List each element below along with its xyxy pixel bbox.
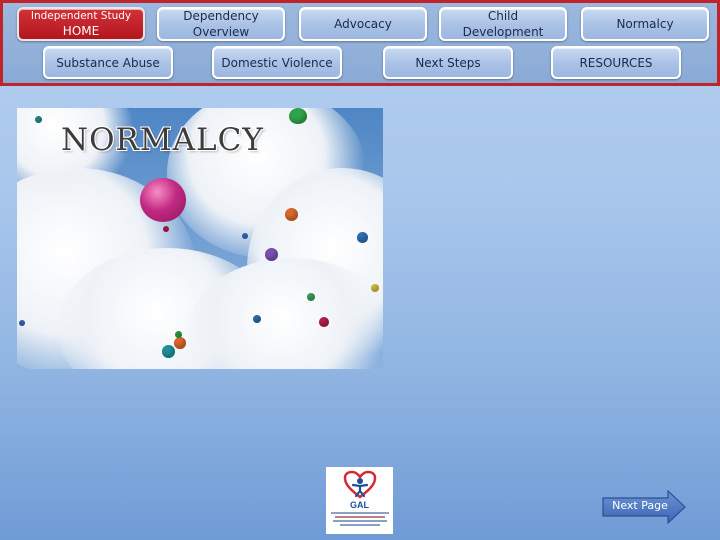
resources-button[interactable]: RESOURCES bbox=[551, 46, 681, 79]
balloon-orange bbox=[285, 208, 298, 221]
next-page-label: Next Page bbox=[612, 499, 668, 512]
balloon-magenta bbox=[140, 178, 186, 222]
normalcy-button[interactable]: Normalcy bbox=[581, 7, 709, 41]
dependency-overview-line1: Dependency bbox=[183, 9, 259, 23]
next-page-button[interactable]: Next Page bbox=[602, 490, 686, 524]
balloon-red bbox=[319, 317, 329, 327]
child-development-line1: Child bbox=[487, 9, 519, 23]
home-button-title: Independent Study bbox=[30, 9, 132, 22]
advocacy-button[interactable]: Advocacy bbox=[299, 7, 427, 41]
logo-fine-print bbox=[339, 524, 380, 526]
balloon-orange bbox=[174, 337, 186, 349]
next-steps-label: Next Steps bbox=[415, 55, 481, 70]
balloon-red bbox=[163, 226, 169, 232]
resources-label: RESOURCES bbox=[579, 55, 653, 70]
dependency-overview-button[interactable]: Dependency Overview bbox=[157, 7, 285, 41]
balloon-blue bbox=[242, 233, 248, 239]
gal-heart-logo-icon bbox=[343, 470, 376, 499]
top-navigation-bar: Independent Study HOME Dependency Overvi… bbox=[0, 0, 720, 86]
child-development-button[interactable]: Child Development bbox=[439, 7, 567, 41]
balloon-teal bbox=[162, 345, 175, 358]
advocacy-label: Advocacy bbox=[334, 17, 392, 31]
logo-text: GAL bbox=[350, 500, 369, 510]
normalcy-label: Normalcy bbox=[616, 17, 674, 31]
balloon-blue bbox=[253, 315, 261, 323]
balloon-blue bbox=[19, 320, 25, 326]
substance-abuse-label: Substance Abuse bbox=[56, 55, 160, 70]
next-steps-button[interactable]: Next Steps bbox=[383, 46, 513, 79]
home-button-label: HOME bbox=[62, 23, 100, 38]
balloon-purple bbox=[265, 248, 278, 261]
balloon-green bbox=[289, 108, 307, 124]
dependency-overview-line2: Overview bbox=[192, 25, 250, 39]
home-button[interactable]: Independent Study HOME bbox=[17, 7, 145, 41]
logo-fine-print bbox=[334, 516, 385, 518]
normalcy-balloons-image: NORMALCY bbox=[17, 108, 383, 369]
balloon-blue bbox=[357, 232, 368, 243]
child-development-line2: Development bbox=[462, 25, 544, 39]
substance-abuse-button[interactable]: Substance Abuse bbox=[43, 46, 173, 79]
gal-logo: GAL bbox=[326, 467, 393, 534]
balloon-teal bbox=[35, 116, 42, 123]
balloon-green bbox=[175, 331, 182, 338]
logo-fine-print bbox=[332, 520, 387, 522]
balloon-green bbox=[307, 293, 315, 301]
balloon-yellow bbox=[371, 284, 379, 292]
domestic-violence-label: Domestic Violence bbox=[221, 55, 333, 70]
hero-title: NORMALCY bbox=[61, 122, 264, 158]
logo-fine-print bbox=[330, 512, 389, 514]
domestic-violence-button[interactable]: Domestic Violence bbox=[212, 46, 342, 79]
